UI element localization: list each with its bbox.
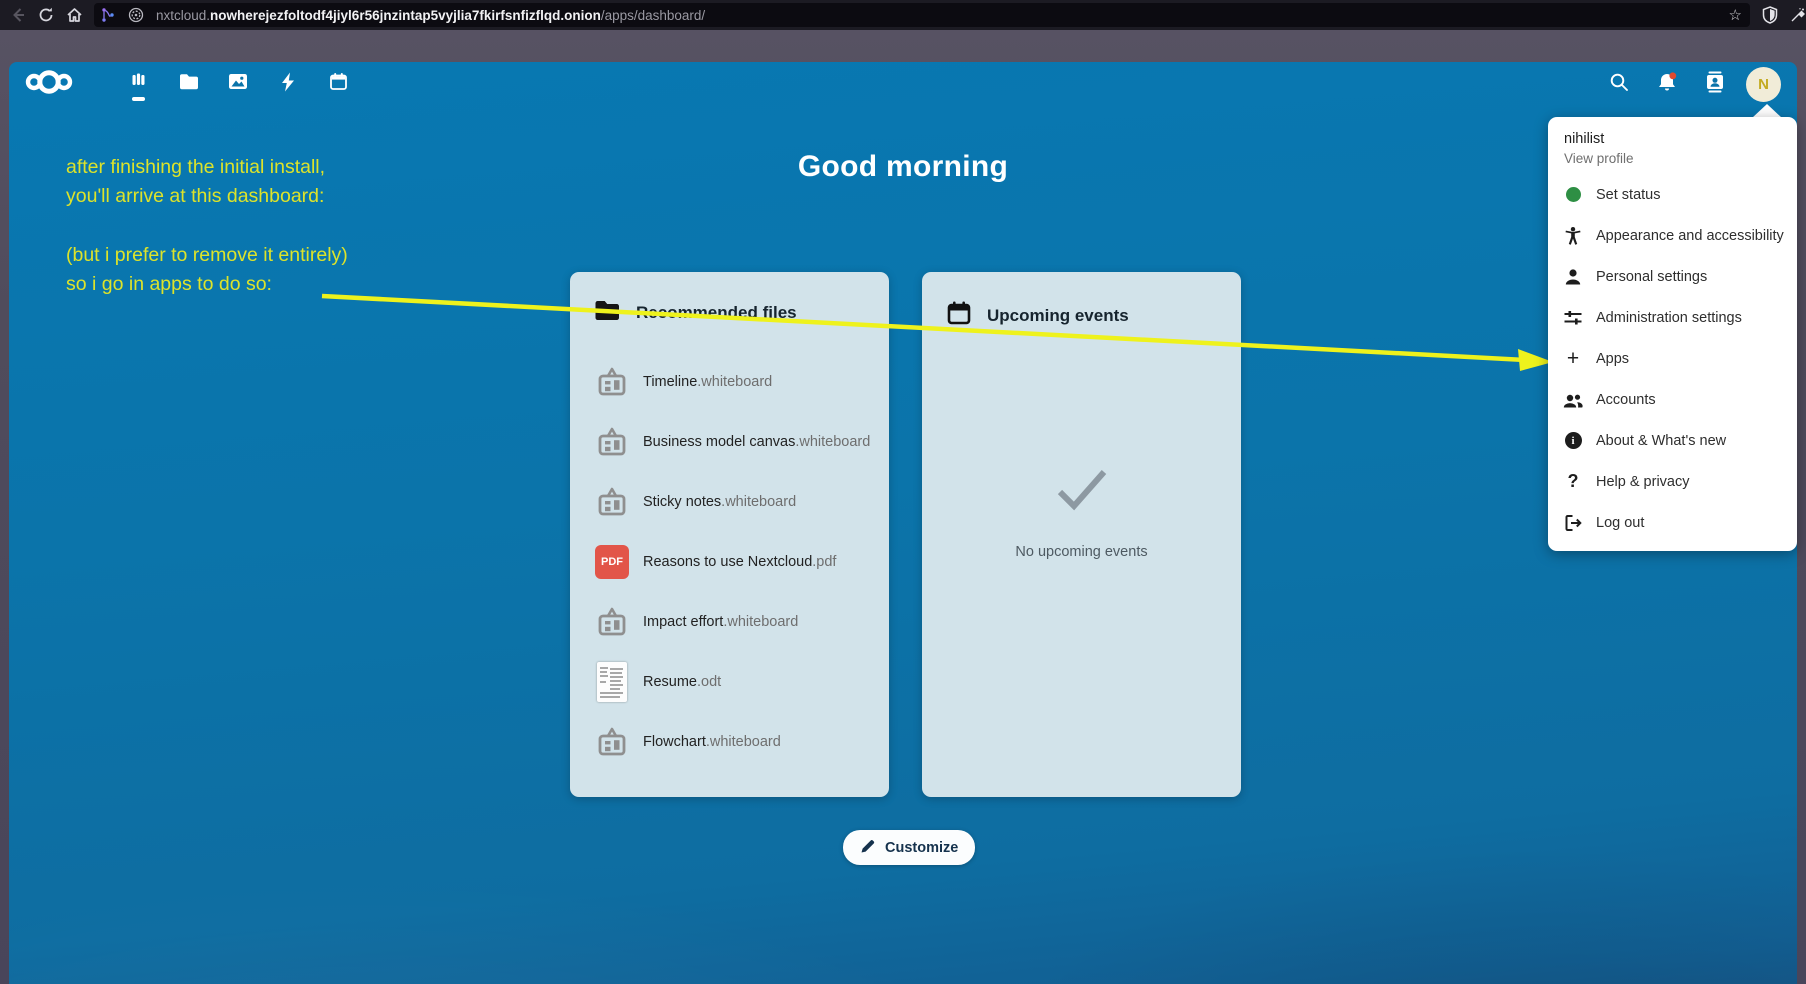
contacts-button[interactable] xyxy=(1698,67,1732,101)
screenshot-root: nxtcloud.nowherejezfoltodf4jiyl6r56jnzin… xyxy=(0,0,1806,984)
nextcloud-logo[interactable] xyxy=(21,69,77,100)
browser-home-icon[interactable] xyxy=(60,2,88,28)
whiteboard-file-icon xyxy=(594,366,630,398)
bookmark-star-icon[interactable]: ☆ xyxy=(1729,6,1742,24)
active-app-indicator xyxy=(132,97,145,101)
calendar-icon xyxy=(329,72,348,96)
menu-caret xyxy=(1752,104,1782,118)
file-row[interactable]: Sticky notes.whiteboard xyxy=(570,472,889,532)
menu-item-help[interactable]: ? Help & privacy xyxy=(1548,461,1797,502)
security-shield-icon[interactable] xyxy=(1756,2,1784,28)
whiteboard-file-icon xyxy=(594,726,630,758)
menu-view-profile[interactable]: View profile xyxy=(1564,151,1781,166)
browser-toolbar: nxtcloud.nowherejezfoltodf4jiyl6r56jnzin… xyxy=(0,0,1806,30)
contacts-card-icon xyxy=(1704,70,1726,99)
app-dashboard[interactable] xyxy=(113,62,163,106)
customize-label: Customize xyxy=(885,840,958,856)
folder-icon xyxy=(594,300,621,326)
file-row[interactable]: Timeline.whiteboard xyxy=(570,352,889,412)
whiteboard-file-icon xyxy=(594,426,630,458)
file-row[interactable]: PDF Reasons to use Nextcloud.pdf xyxy=(570,532,889,592)
url-prefix: nxtcloud. xyxy=(156,8,210,23)
question-mark-icon: ? xyxy=(1560,471,1586,492)
user-avatar[interactable]: N xyxy=(1746,67,1781,102)
calendar-black-icon xyxy=(946,300,972,331)
search-icon xyxy=(1609,72,1629,97)
menu-item-accounts[interactable]: Accounts xyxy=(1548,379,1797,420)
file-name: Business model canvas.whiteboard xyxy=(643,434,870,450)
accessibility-icon xyxy=(1560,226,1586,246)
info-circle-icon: i xyxy=(1560,432,1586,449)
browser-reload-icon[interactable] xyxy=(32,2,60,28)
customize-button[interactable]: Customize xyxy=(843,830,975,865)
app-activity[interactable] xyxy=(263,62,313,106)
menu-username: nihilist xyxy=(1564,131,1781,147)
person-icon xyxy=(1560,267,1586,287)
bell-icon xyxy=(1656,71,1678,98)
files-folder-icon xyxy=(178,73,199,96)
tune-sliders-icon xyxy=(1560,308,1586,328)
recommended-files-list: Timeline.whiteboard Business model canva… xyxy=(570,352,889,772)
dashboard-icon xyxy=(128,72,148,97)
nextcloud-page: N Good morning after finishing the initi… xyxy=(9,62,1797,984)
annotation-text-2: (but i prefer to remove it entirely) so … xyxy=(66,241,348,299)
menu-item-apps[interactable]: + Apps xyxy=(1548,338,1797,379)
file-name: Sticky notes.whiteboard xyxy=(643,494,796,510)
status-circle-icon xyxy=(1560,187,1586,202)
people-icon xyxy=(1560,390,1586,410)
file-row[interactable]: Business model canvas.whiteboard xyxy=(570,412,889,472)
url-text: nxtcloud.nowherejezfoltodf4jiyl6r56jnzin… xyxy=(156,8,1729,23)
menu-item-appearance[interactable]: Appearance and accessibility xyxy=(1548,215,1797,256)
logout-icon xyxy=(1560,513,1586,533)
unified-search-button[interactable] xyxy=(1602,67,1636,101)
whiteboard-file-icon xyxy=(594,486,630,518)
menu-item-administration-settings[interactable]: Administration settings xyxy=(1548,297,1797,338)
widget-title: Upcoming events xyxy=(987,306,1129,326)
onion-site-icon[interactable] xyxy=(122,2,150,28)
document-thumbnail-icon xyxy=(594,662,630,702)
widget-title: Recommended files xyxy=(636,303,797,323)
app-files[interactable] xyxy=(163,62,213,106)
activity-bolt-icon xyxy=(280,72,296,97)
recommended-files-widget: Recommended files Timeline.whiteboard Bu… xyxy=(570,272,889,797)
file-name: Reasons to use Nextcloud.pdf xyxy=(643,554,836,570)
upcoming-events-widget: Upcoming events No upcoming events xyxy=(922,272,1241,797)
avatar-initial: N xyxy=(1758,76,1769,93)
empty-events-message: No upcoming events xyxy=(922,544,1241,560)
menu-user-block[interactable]: nihilist View profile xyxy=(1548,127,1797,174)
plus-icon: + xyxy=(1560,348,1586,369)
file-row[interactable]: Resume.odt xyxy=(570,652,889,712)
file-name: Impact effort.whiteboard xyxy=(643,614,798,630)
user-settings-menu: nihilist View profile Set status Appeara… xyxy=(1548,117,1797,551)
photos-icon xyxy=(228,73,248,95)
url-host: nowherejezfoltodf4jiyl6r56jnzintap5vyjli… xyxy=(210,8,601,23)
menu-item-personal-settings[interactable]: Personal settings xyxy=(1548,256,1797,297)
file-name: Resume.odt xyxy=(643,674,721,690)
menu-item-logout[interactable]: Log out xyxy=(1548,502,1797,543)
menu-item-set-status[interactable]: Set status xyxy=(1548,174,1797,215)
annotation-text-1: after finishing the initial install, you… xyxy=(66,153,325,211)
file-name: Timeline.whiteboard xyxy=(643,374,772,390)
app-photos[interactable] xyxy=(213,62,263,106)
pencil-icon xyxy=(860,838,876,858)
notifications-button[interactable] xyxy=(1650,67,1684,101)
browser-back-icon[interactable] xyxy=(4,2,32,28)
url-path: /apps/dashboard/ xyxy=(601,8,705,23)
checkmark-icon xyxy=(1053,467,1111,513)
events-empty-state: No upcoming events xyxy=(922,467,1241,560)
browser-address-bar[interactable]: nxtcloud.nowherejezfoltodf4jiyl6r56jnzin… xyxy=(94,3,1750,27)
app-calendar[interactable] xyxy=(313,62,363,106)
menu-item-about[interactable]: i About & What's new xyxy=(1548,420,1797,461)
whiteboard-file-icon xyxy=(594,606,630,638)
file-row[interactable]: Impact effort.whiteboard xyxy=(570,592,889,652)
nextcloud-header: N xyxy=(9,62,1797,106)
pdf-file-icon: PDF xyxy=(594,545,630,579)
tor-circuit-icon[interactable] xyxy=(94,2,122,28)
file-row[interactable]: Flowchart.whiteboard xyxy=(570,712,889,772)
file-name: Flowchart.whiteboard xyxy=(643,734,781,750)
new-identity-icon[interactable] xyxy=(1784,2,1806,28)
